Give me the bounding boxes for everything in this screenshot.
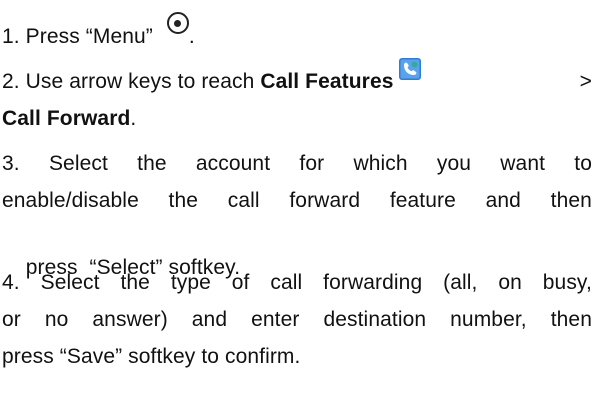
word: destination <box>323 308 427 331</box>
word: want <box>500 152 546 175</box>
word: and <box>485 189 521 212</box>
word: no <box>44 308 69 331</box>
word: feature <box>389 189 456 212</box>
word: the <box>168 189 199 212</box>
word: the <box>120 271 150 294</box>
word: you <box>436 152 472 175</box>
step-2-text: 2. Use arrow keys to reach <box>2 70 255 93</box>
step-4-text: press “Save” softkey to confirm. <box>2 345 301 368</box>
step-2-line-2: Call Forward. <box>2 104 592 134</box>
word: which <box>353 152 408 175</box>
word: forward <box>289 189 361 212</box>
word: 4. <box>2 271 20 294</box>
word: call <box>270 271 303 294</box>
word: and <box>191 308 228 331</box>
word: Select <box>48 152 108 175</box>
step-4-line-1: 4. Select the type of call forwarding (a… <box>2 268 592 298</box>
word: account <box>195 152 271 175</box>
word: busy, <box>542 271 592 294</box>
word: (all, <box>443 271 478 294</box>
step-1: 1. Press “Menu” . <box>2 12 592 52</box>
word: of <box>231 271 250 294</box>
menu-button-icon <box>166 12 189 34</box>
instruction-document: 1. Press “Menu” . 2. Use arrow keys to r… <box>0 0 602 406</box>
step-2-left: 2. Use arrow keys to reach Call Features <box>2 58 422 97</box>
word: or <box>2 308 21 331</box>
word: Select <box>40 271 100 294</box>
word: type <box>170 271 211 294</box>
step-2-suffix: . <box>130 107 137 130</box>
word: forwarding <box>323 271 423 294</box>
step-4-line-3: press “Save” softkey to confirm. <box>2 342 592 372</box>
word: then <box>550 189 592 212</box>
step-3-line-3: press “Select” softkey. <box>2 223 592 279</box>
word: enter <box>251 308 300 331</box>
word: then <box>550 308 592 331</box>
step-2-line-1: 2. Use arrow keys to reach Call Features… <box>2 58 592 97</box>
step-3-line-1: 3. Select the account for which you want… <box>2 149 592 179</box>
step-4-line-2: or no answer) and enter destination numb… <box>2 305 592 335</box>
word: number, <box>450 308 527 331</box>
word: 3. <box>2 152 20 175</box>
word: to <box>574 152 592 175</box>
call-forward-label: Call Forward <box>2 107 131 130</box>
word: the <box>137 152 167 175</box>
word: for <box>299 152 325 175</box>
word: answer) <box>92 308 168 331</box>
word: on <box>498 271 522 294</box>
step-3-line-2: enable/disable the call forward feature … <box>2 186 592 216</box>
step-2-separator: > <box>579 70 592 93</box>
call-features-label: Call Features <box>260 70 394 93</box>
step-1-text: 1. Press “Menu” <box>2 25 153 48</box>
call-features-icon <box>399 58 422 80</box>
step-1-suffix: . <box>188 25 195 48</box>
word: call <box>227 189 260 212</box>
word: enable/disable <box>2 189 139 212</box>
